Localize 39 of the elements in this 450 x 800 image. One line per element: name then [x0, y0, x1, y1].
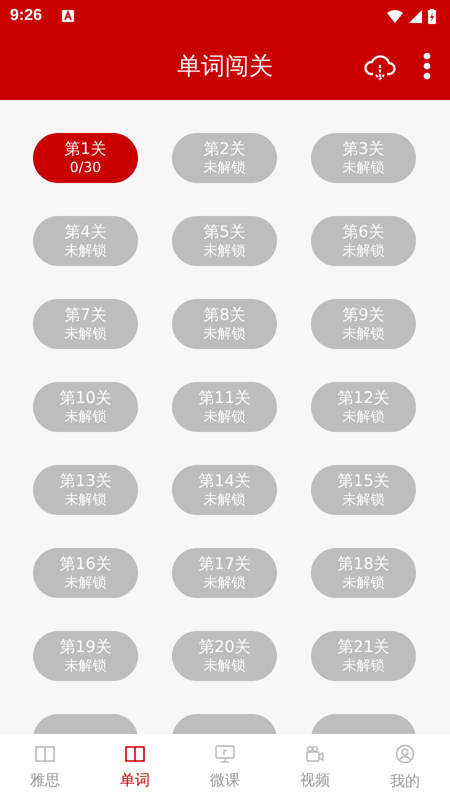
cloud-download-icon[interactable]: [364, 54, 396, 82]
level-button[interactable]: 第11关 未解锁: [172, 382, 277, 432]
level-button[interactable]: 第8关 未解锁: [172, 299, 277, 349]
signal-icon: [409, 10, 422, 22]
level-button[interactable]: 第5关 未解锁: [172, 216, 277, 266]
level-button[interactable]: 第20关 未解锁: [172, 631, 277, 681]
level-button[interactable]: 第16关 未解锁: [33, 548, 138, 598]
level-button[interactable]: 第4关 未解锁: [33, 216, 138, 266]
wifi-icon: [387, 10, 403, 22]
nav-tab[interactable]: 视频: [270, 734, 360, 800]
book-icon: [125, 744, 145, 762]
level-button[interactable]: 第17关 未解锁: [172, 548, 277, 598]
level-button[interactable]: 第1关 0/30: [33, 133, 138, 183]
monitor-icon: [215, 744, 235, 762]
level-button[interactable]: 第18关 未解锁: [311, 548, 416, 598]
level-button[interactable]: 第21关 未解锁: [311, 631, 416, 681]
level-button[interactable]: 第19关 未解锁: [33, 631, 138, 681]
nav-tab[interactable]: 微课: [180, 734, 270, 800]
video-camera-icon: [305, 744, 325, 762]
level-button[interactable]: 第13关 未解锁: [33, 465, 138, 515]
level-button[interactable]: 第14关 未解锁: [172, 465, 277, 515]
level-button[interactable]: 第3关 未解锁: [311, 133, 416, 183]
battery-icon: [428, 8, 436, 24]
more-menu-icon[interactable]: [423, 52, 431, 80]
nav-tab[interactable]: 雅思: [0, 734, 90, 800]
level-button[interactable]: 第10关 未解锁: [33, 382, 138, 432]
level-button[interactable]: 第7关 未解锁: [33, 299, 138, 349]
status-time: 9:26: [10, 7, 42, 25]
level-button[interactable]: 第2关 未解锁: [172, 133, 277, 183]
book-icon: [35, 744, 55, 762]
app-notification-icon: [62, 10, 74, 22]
level-button[interactable]: 第15关 未解锁: [311, 465, 416, 515]
level-button[interactable]: 第9关 未解锁: [311, 299, 416, 349]
nav-tab[interactable]: 我的: [360, 734, 450, 800]
level-button[interactable]: 第12关 未解锁: [311, 382, 416, 432]
level-button[interactable]: 第6关 未解锁: [311, 216, 416, 266]
user-icon: [395, 744, 415, 764]
nav-tab[interactable]: 单词: [90, 734, 180, 800]
screen-title: 单词闯关: [177, 51, 273, 82]
